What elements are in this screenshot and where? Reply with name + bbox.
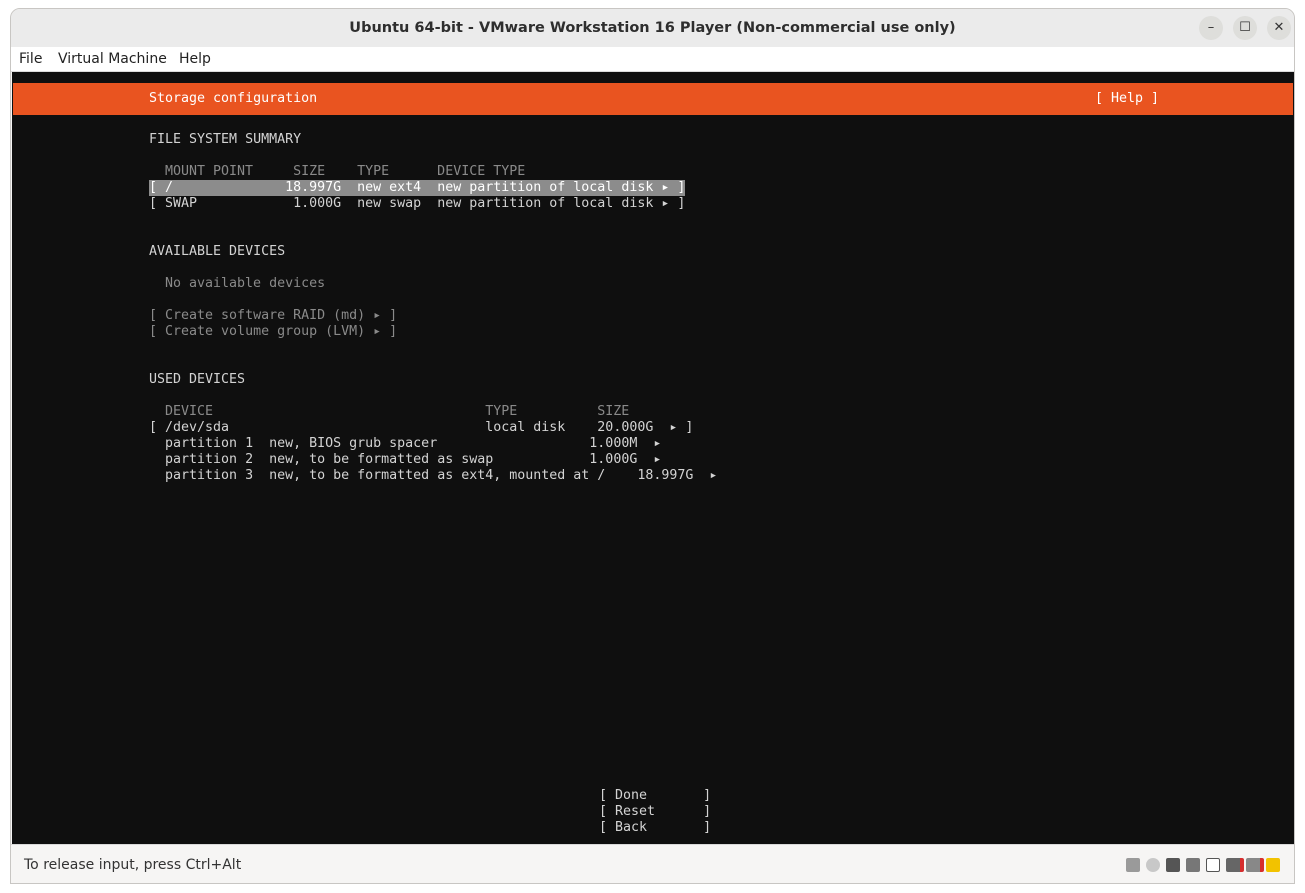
fs-row-root[interactable]: [ / 18.997G new ext4 new partition of lo… bbox=[149, 180, 686, 196]
minimize-button[interactable]: – bbox=[1199, 16, 1223, 40]
title-bar: Ubuntu 64-bit - VMware Workstation 16 Pl… bbox=[11, 9, 1294, 48]
partition-row-1[interactable]: partition 1 new, BIOS grub spacer 1.000M… bbox=[149, 436, 661, 452]
used-devices-columns: DEVICE TYPE SIZE bbox=[165, 404, 630, 419]
no-available-devices: No available devices bbox=[165, 276, 326, 291]
fs-summary-columns: MOUNT POINT SIZE TYPE DEVICE TYPE bbox=[165, 164, 526, 179]
usb-disconnected-icon[interactable] bbox=[1226, 858, 1244, 872]
menu-virtual-machine[interactable]: Virtual Machine bbox=[58, 47, 167, 71]
maximize-button[interactable]: ☐ bbox=[1233, 16, 1257, 40]
network-icon[interactable] bbox=[1166, 858, 1180, 872]
vmware-window: Ubuntu 64-bit - VMware Workstation 16 Pl… bbox=[10, 8, 1295, 884]
installer-title: Storage configuration bbox=[149, 91, 318, 106]
partition-row-3[interactable]: partition 3 new, to be formatted as ext4… bbox=[149, 468, 717, 484]
maximize-icon: ☐ bbox=[1239, 20, 1251, 35]
create-raid-button[interactable]: [ Create software RAID (md) ▸ ] bbox=[149, 308, 397, 324]
close-icon: ✕ bbox=[1273, 20, 1285, 35]
status-bar: To release input, press Ctrl+Alt bbox=[11, 844, 1294, 883]
menu-bar: File Virtual Machine Help bbox=[11, 47, 1294, 72]
used-device-sda[interactable]: [ /dev/sda local disk 20.000G ▸ ] bbox=[149, 420, 693, 436]
menu-file[interactable]: File bbox=[19, 47, 42, 71]
close-button[interactable]: ✕ bbox=[1267, 16, 1291, 40]
window-title: Ubuntu 64-bit - VMware Workstation 16 Pl… bbox=[349, 20, 956, 36]
back-button[interactable]: [ Back ] bbox=[599, 820, 711, 836]
fs-summary-heading: FILE SYSTEM SUMMARY bbox=[149, 132, 302, 147]
cd-icon[interactable] bbox=[1146, 858, 1160, 872]
menu-help[interactable]: Help bbox=[179, 47, 211, 71]
hard-disk-icon[interactable] bbox=[1126, 858, 1140, 872]
vm-console[interactable]: Storage configuration [ Help ] FILE SYST… bbox=[12, 72, 1294, 844]
help-button[interactable]: [ Help ] bbox=[1095, 91, 1159, 107]
reset-button[interactable]: [ Reset ] bbox=[599, 804, 711, 820]
minimize-icon: – bbox=[1207, 20, 1215, 35]
sound-icon[interactable] bbox=[1206, 858, 1220, 872]
printer-icon[interactable] bbox=[1186, 858, 1200, 872]
done-button[interactable]: [ Done ] bbox=[599, 788, 711, 804]
available-devices-heading: AVAILABLE DEVICES bbox=[149, 244, 286, 259]
display-disconnected-icon[interactable] bbox=[1246, 858, 1264, 872]
create-lvm-button[interactable]: [ Create volume group (LVM) ▸ ] bbox=[149, 324, 397, 340]
fs-row-swap[interactable]: [ SWAP 1.000G new swap new partition of … bbox=[149, 196, 685, 212]
message-icon[interactable] bbox=[1266, 858, 1280, 872]
used-devices-heading: USED DEVICES bbox=[149, 372, 246, 387]
release-input-hint: To release input, press Ctrl+Alt bbox=[24, 857, 242, 873]
installer-header: Storage configuration [ Help ] bbox=[13, 83, 1293, 115]
partition-row-2[interactable]: partition 2 new, to be formatted as swap… bbox=[149, 452, 661, 468]
